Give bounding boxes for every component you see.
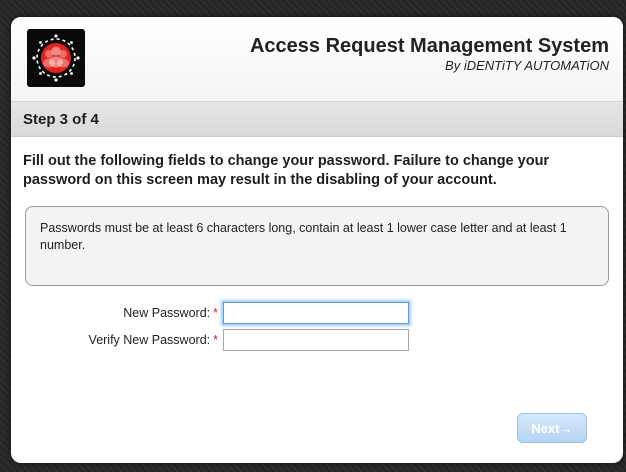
new-password-label: New Password: * (123, 306, 218, 320)
step-title: Step 3 of 4 (23, 110, 99, 128)
new-password-row: New Password: * (11, 302, 623, 326)
identity-automation-logo (27, 29, 85, 87)
app-title: Access Request Management System (249, 35, 609, 57)
app-header: Access Request Management System By iDEN… (11, 17, 623, 102)
access-request-dialog: Access Request Management System By iDEN… (11, 17, 623, 463)
app-subtitle: By iDENTiTY AUTOMATiON (445, 58, 609, 73)
next-button[interactable]: Next→ (517, 413, 587, 443)
password-rules-text: Passwords must be at least 6 characters … (40, 221, 567, 252)
instructions-text: Fill out the following fields to change … (23, 153, 550, 188)
required-marker: * (213, 306, 218, 320)
password-rules-box: Passwords must be at least 6 characters … (25, 206, 609, 286)
step-indicator-bar: Step 3 of 4 (11, 102, 623, 137)
change-password-form: New Password: * Verify New Password: * (11, 286, 623, 366)
users-group-logo-icon (32, 34, 80, 82)
required-marker: * (213, 333, 218, 347)
verify-password-label: Verify New Password: * (88, 333, 218, 347)
verify-password-input[interactable] (223, 329, 409, 351)
verify-password-row: Verify New Password: * (11, 329, 623, 353)
new-password-input[interactable] (223, 302, 409, 324)
